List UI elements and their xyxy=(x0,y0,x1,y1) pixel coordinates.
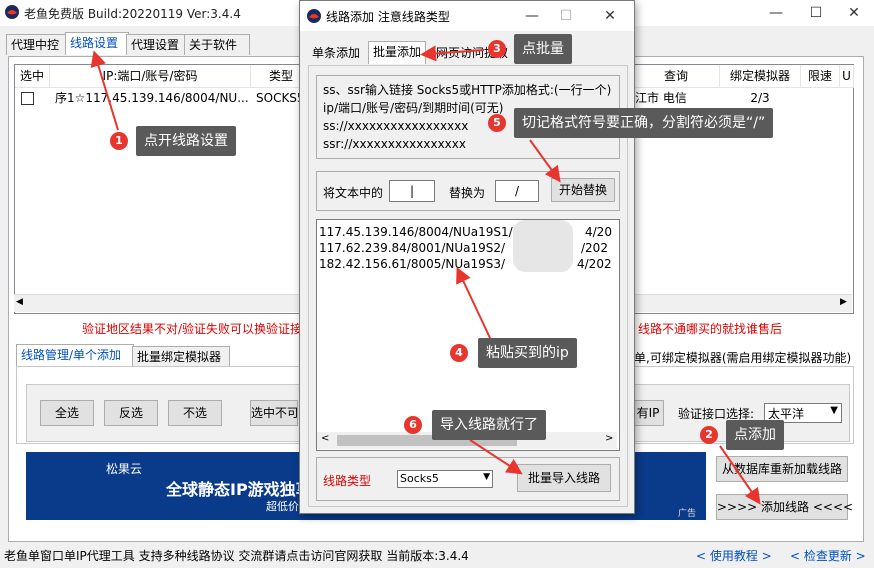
callout-badge-4: 4 xyxy=(450,344,468,362)
row-ip: 序1☆117.45.139.146/8004/NU... xyxy=(55,91,249,105)
ad-sub: 超低价 xyxy=(266,500,299,513)
dialog-close-button[interactable]: ✕ xyxy=(590,3,630,29)
line-type-label: 线路类型 xyxy=(323,474,372,488)
ip-tail-1: 4/20 xyxy=(585,225,612,239)
callout-badge-5: 5 xyxy=(488,114,506,132)
dialog-title-bar: 线路添加 注意线路类型 — ☐ ✕ xyxy=(300,1,634,31)
tab-proxy-settings[interactable]: 代理设置 xyxy=(126,34,188,55)
replace-from-input[interactable]: | xyxy=(389,180,435,202)
select-unavailable-button[interactable]: 选中不可 xyxy=(250,400,298,426)
line-type-select[interactable]: Socks5 ▼ xyxy=(397,470,493,488)
status-text: 老鱼单窗口单IP代理工具 支持多种线路协议 交流群请点击访问官网获取 当前版本:… xyxy=(4,549,469,563)
maximize-button[interactable]: ☐ xyxy=(796,0,836,26)
start-replace-button[interactable]: 开始替换 xyxy=(551,178,615,202)
has-ip-button[interactable]: 有IP xyxy=(632,400,664,426)
callout-2: 点添加 xyxy=(726,420,784,450)
warning-left: 验证地区结果不对/验证失败可以换验证接 xyxy=(82,322,303,336)
chevron-down-icon: ▼ xyxy=(483,472,490,482)
callout-1: 点开线路设置 xyxy=(136,126,236,156)
help-link[interactable]: < 使用教程 > xyxy=(696,546,772,566)
tab-line-settings[interactable]: 线路设置 xyxy=(65,32,129,55)
format-line-1: ss、ssr输入链接 Socks5或HTTP添加格式:(一行一个) xyxy=(323,83,612,97)
replace-group: 将文本中的 | 替换为 / 开始替换 xyxy=(316,171,620,211)
ip-tail-3: 4/202 xyxy=(577,257,612,271)
col-header-query[interactable]: 查询 xyxy=(633,65,720,88)
scroll-left-icon[interactable]: ◀ xyxy=(16,297,23,307)
tab-proxy-control[interactable]: 代理中控 xyxy=(6,34,68,55)
warning-right: 线路不通哪买的就找谁售后 xyxy=(638,322,783,336)
format-line-4: ssr://xxxxxxxxxxxxxxxx xyxy=(323,137,466,151)
callout-5: 切记格式符号要正确，分割符必须是“/” xyxy=(514,108,774,138)
bulk-import-button[interactable]: 批量导入线路 xyxy=(517,464,611,492)
row-checkbox[interactable] xyxy=(21,92,34,105)
tab-bulk-bind[interactable]: 批量绑定模拟器 xyxy=(132,346,230,367)
select-all-button[interactable]: 全选 xyxy=(40,400,94,426)
scroll-right-icon[interactable]: > xyxy=(605,433,613,444)
chevron-down-icon: ▼ xyxy=(830,405,838,416)
replace-from-label: 将文本中的 xyxy=(323,186,384,200)
callout-badge-2: 2 xyxy=(700,426,718,444)
update-link[interactable]: < 检查更新 > xyxy=(790,546,866,566)
invert-select-button[interactable]: 反选 xyxy=(104,400,158,426)
deselect-button[interactable]: 不选 xyxy=(168,400,222,426)
col-header-ip[interactable]: IP:端口/账号/密码 xyxy=(50,65,251,88)
replace-to-input[interactable]: / xyxy=(495,180,539,202)
callout-badge-3: 3 xyxy=(488,40,506,58)
callout-4: 粘贴买到的ip xyxy=(478,338,577,368)
col-header-u[interactable]: U xyxy=(840,65,854,88)
callout-badge-1: 1 xyxy=(110,132,128,150)
format-line-2: ip/端口/账号/密码/到期时间(可无) xyxy=(323,101,504,115)
dialog-tab-single[interactable]: 单条添加 xyxy=(308,43,364,63)
blur-overlay xyxy=(513,220,573,272)
scroll-left-icon[interactable]: < xyxy=(321,433,329,444)
dialog-title: 线路添加 注意线路类型 xyxy=(326,10,450,24)
import-group: 线路类型 Socks5 ▼ 批量导入线路 xyxy=(316,457,620,501)
dialog-tab-bulk[interactable]: 批量添加 xyxy=(368,41,427,64)
ip-line-2: 117.62.239.84/8001/NUa19S2/ xyxy=(319,241,506,255)
col-header-bound-emulator[interactable]: 绑定模拟器 xyxy=(720,65,801,88)
dialog-maximize-button[interactable]: ☐ xyxy=(546,3,586,29)
callout-6: 导入线路就行了 xyxy=(432,410,546,440)
minimize-button[interactable]: — xyxy=(756,0,796,26)
ad-brand: 松果云 xyxy=(106,462,143,476)
app-logo-icon xyxy=(5,5,19,19)
tab-about[interactable]: 关于软件 xyxy=(184,34,250,55)
reload-lines-button[interactable]: 从数据库重新加载线路 xyxy=(716,456,848,482)
line-type-value: Socks5 xyxy=(400,472,439,485)
row-bound: 2/3 xyxy=(750,91,770,105)
callout-badge-6: 6 xyxy=(404,416,422,434)
tab-line-manage[interactable]: 线路管理/单个添加 xyxy=(16,344,134,367)
main-window-title: 老鱼免费版 Build:20220119 Ver:3.4.4 xyxy=(24,7,241,21)
ip-line-1: 117.45.139.146/8004/NUa19S1/ xyxy=(319,225,513,239)
col-header-speed-limit[interactable]: 限速 xyxy=(801,65,840,88)
status-bar: 老鱼单窗口单IP代理工具 支持多种线路协议 交流群请点击访问官网获取 当前版本:… xyxy=(0,546,874,568)
row-location: 江市 电信 xyxy=(635,91,687,105)
ip-tail-2: /202 xyxy=(581,241,608,255)
replace-to-label: 替换为 xyxy=(449,186,486,200)
format-line-3: ss://xxxxxxxxxxxxxxxxx xyxy=(323,119,469,133)
scroll-right-icon[interactable]: ▶ xyxy=(840,297,847,307)
callout-3: 点批量 xyxy=(514,34,572,64)
col-header-select[interactable]: 选中 xyxy=(15,65,50,88)
subtab-hint: 单,可绑定模拟器(需启用绑定模拟器功能) xyxy=(634,351,852,365)
ad-tag: 广告 xyxy=(678,509,697,519)
ip-line-3: 182.42.156.61/8005/NUa19S3/ xyxy=(319,257,506,271)
add-line-button[interactable]: >>>> 添加线路 <<<< xyxy=(716,494,853,520)
dialog-logo-icon xyxy=(307,9,321,23)
ad-headline: 全球静态IP游戏独享 xyxy=(166,480,312,499)
close-button[interactable]: ✕ xyxy=(834,0,874,26)
